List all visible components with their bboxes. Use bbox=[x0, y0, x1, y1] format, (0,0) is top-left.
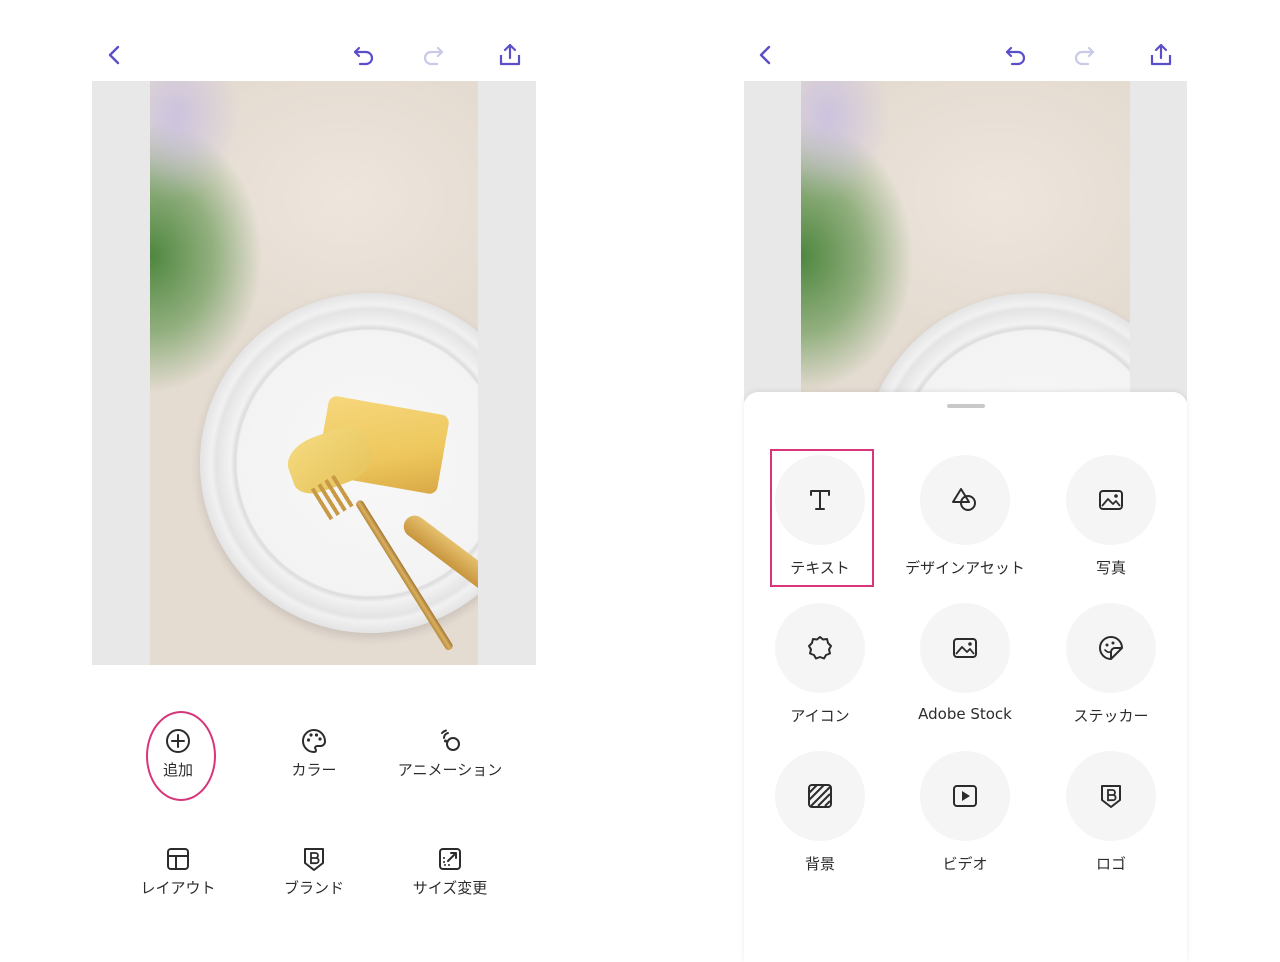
option-label: ロゴ bbox=[1095, 855, 1126, 873]
icon-badge-icon bbox=[808, 636, 832, 660]
toolbar-label: アニメーション bbox=[397, 761, 503, 779]
add-background-option[interactable]: 背景 bbox=[750, 751, 890, 874]
editor-screen-add-menu: テキスト デザインアセット 写真 アイコン Adobe Stock ステッカー … bbox=[640, 0, 1280, 962]
option-label: ステッカー bbox=[1073, 707, 1149, 725]
design-assets-icon bbox=[952, 488, 976, 511]
back-icon[interactable] bbox=[748, 37, 784, 73]
text-highlight-marker bbox=[770, 449, 874, 587]
design-canvas[interactable] bbox=[92, 81, 536, 665]
option-label: デザインアセット bbox=[905, 559, 1025, 577]
add-sticker-option[interactable]: ステッカー bbox=[1041, 603, 1181, 726]
share-icon[interactable] bbox=[1143, 37, 1179, 73]
share-icon[interactable] bbox=[492, 37, 528, 73]
cheesecake-photo[interactable] bbox=[150, 81, 478, 665]
toolbar-color[interactable]: カラー bbox=[249, 727, 379, 807]
option-label: アイコン bbox=[790, 707, 850, 725]
add-menu-sheet: テキスト デザインアセット 写真 アイコン Adobe Stock ステッカー … bbox=[744, 392, 1187, 962]
add-photo-option[interactable]: 写真 bbox=[1041, 455, 1181, 578]
add-logo-option[interactable]: ロゴ bbox=[1041, 751, 1181, 874]
design-canvas[interactable] bbox=[744, 81, 1187, 401]
layout-icon bbox=[167, 848, 189, 870]
video-icon bbox=[953, 785, 977, 807]
undo-icon[interactable] bbox=[346, 37, 382, 73]
palette-icon bbox=[302, 728, 327, 754]
add-icon-option[interactable]: アイコン bbox=[750, 603, 890, 726]
toolbar-label: ブランド bbox=[283, 879, 344, 897]
toolbar-label: サイズ変更 bbox=[412, 879, 488, 897]
logo-icon bbox=[1101, 785, 1121, 808]
cheesecake-photo[interactable] bbox=[801, 81, 1130, 401]
photo-icon bbox=[1099, 490, 1123, 510]
plate-image bbox=[863, 293, 1130, 401]
add-adobe-stock-option[interactable]: Adobe Stock bbox=[895, 603, 1035, 723]
option-label: ビデオ bbox=[942, 855, 988, 873]
option-label: Adobe Stock bbox=[918, 705, 1012, 723]
background-icon bbox=[808, 784, 832, 808]
toolbar-resize[interactable]: サイズ変更 bbox=[385, 845, 515, 925]
sticker-icon bbox=[1099, 636, 1123, 660]
add-highlight-marker bbox=[146, 711, 216, 801]
resize-icon bbox=[439, 848, 461, 870]
toolbar-brand[interactable]: ブランド bbox=[249, 845, 379, 925]
back-icon[interactable] bbox=[97, 37, 133, 73]
sheet-drag-handle[interactable] bbox=[947, 404, 985, 408]
undo-icon[interactable] bbox=[998, 37, 1034, 73]
toolbar-label: レイアウト bbox=[140, 879, 216, 897]
option-label: 写真 bbox=[1095, 559, 1126, 577]
redo-icon[interactable] bbox=[1066, 37, 1102, 73]
redo-icon[interactable] bbox=[415, 37, 451, 73]
option-label: 背景 bbox=[804, 855, 835, 873]
brand-icon bbox=[304, 848, 324, 871]
editor-screen: 追加 カラー アニメーション レイアウト ブランド サイズ変更 bbox=[0, 0, 640, 960]
add-video-option[interactable]: ビデオ bbox=[895, 751, 1035, 874]
toolbar-animation[interactable]: アニメーション bbox=[385, 727, 515, 807]
toolbar-label: カラー bbox=[291, 761, 337, 779]
animation-icon bbox=[441, 729, 460, 751]
toolbar-layout[interactable]: レイアウト bbox=[113, 845, 243, 925]
adobe-stock-icon bbox=[953, 638, 977, 658]
add-design-assets-option[interactable]: デザインアセット bbox=[895, 455, 1035, 578]
